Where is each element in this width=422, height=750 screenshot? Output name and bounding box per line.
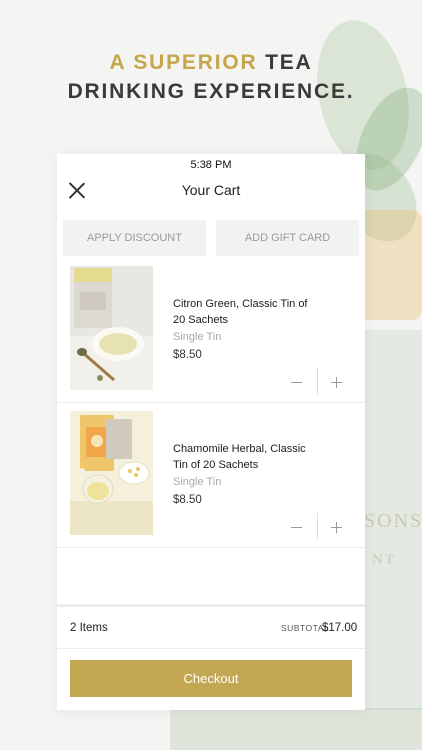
headline-line-1: A SUPERIOR TEA bbox=[0, 48, 422, 77]
cart-title: Your Cart bbox=[181, 182, 241, 198]
quantity-divider bbox=[317, 368, 318, 394]
headline-line-2: DRINKING EXPERIENCE. bbox=[67, 80, 355, 103]
footer-divider bbox=[57, 648, 365, 649]
plus-icon[interactable] bbox=[329, 518, 345, 538]
footer-separator bbox=[57, 604, 365, 607]
checkout-button[interactable]: Checkout bbox=[70, 660, 352, 697]
add-gift-card-button[interactable]: ADD GIFT CARD bbox=[216, 220, 359, 256]
product-variant: Single Tin bbox=[173, 476, 222, 488]
cart-item: Chamomile Herbal, Classic Tin of 20 Sach… bbox=[57, 403, 365, 548]
tea-box-text: SONS bbox=[364, 510, 422, 532]
minus-icon[interactable] bbox=[289, 518, 305, 538]
product-price: $8.50 bbox=[173, 349, 202, 361]
product-price: $8.50 bbox=[173, 494, 202, 506]
apply-discount-button[interactable]: APPLY DISCOUNT bbox=[63, 220, 206, 256]
items-count: 2 Items bbox=[70, 622, 108, 634]
headline-rest: TEA bbox=[257, 51, 313, 74]
cart-item: Citron Green, Classic Tin of 20 Sachets … bbox=[57, 258, 365, 403]
tea-box-bottom-decoration bbox=[170, 708, 422, 750]
cart-actions: APPLY DISCOUNT ADD GIFT CARD bbox=[63, 220, 359, 256]
subtotal-value: $17.00 bbox=[322, 622, 358, 634]
minus-icon[interactable] bbox=[289, 373, 305, 393]
phone-screen: 5:38 PM Your Cart APPLY DISCOUNT ADD GIF… bbox=[57, 154, 365, 710]
quantity-divider bbox=[317, 513, 318, 539]
plus-icon[interactable] bbox=[329, 373, 345, 393]
product-name: Chamomile Herbal, Classic Tin of 20 Sach… bbox=[173, 443, 306, 471]
promo-headline: A SUPERIOR TEA DRINKING EXPERIENCE. bbox=[0, 48, 422, 106]
status-bar-time: 5:38 PM bbox=[190, 159, 232, 171]
product-name: Citron Green, Classic Tin of 20 Sachets bbox=[173, 298, 308, 326]
headline-accent: A SUPERIOR bbox=[109, 51, 258, 74]
product-image-citron-green bbox=[70, 266, 153, 390]
tea-box-text: NT bbox=[372, 552, 396, 568]
product-variant: Single Tin bbox=[173, 331, 222, 343]
product-image-chamomile-herbal bbox=[70, 411, 153, 535]
